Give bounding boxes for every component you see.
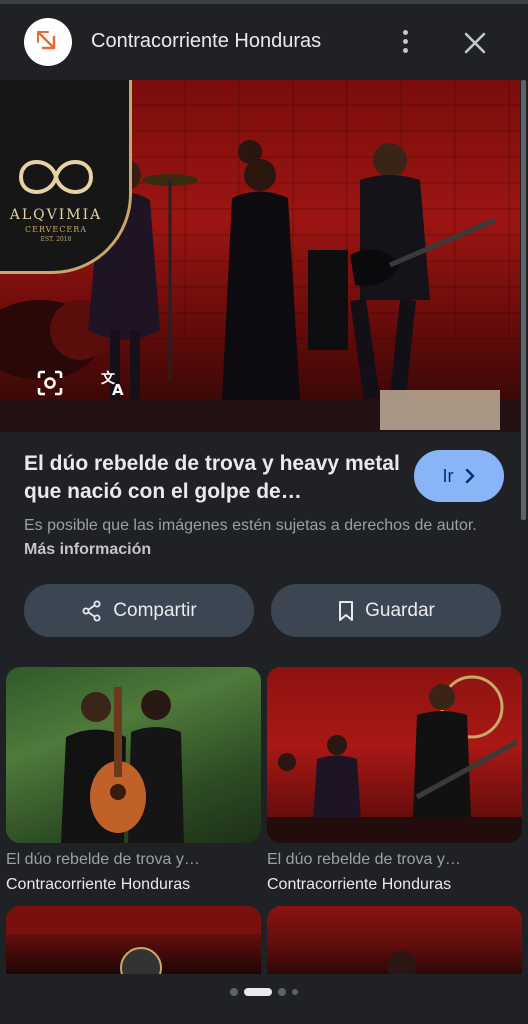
related-thumbnail[interactable] bbox=[267, 906, 522, 976]
related-thumbnail[interactable] bbox=[267, 667, 522, 843]
visit-button-label: Ir bbox=[442, 465, 454, 486]
share-button-label: Compartir bbox=[113, 599, 197, 621]
site-name[interactable]: Contracorriente Honduras bbox=[91, 30, 321, 53]
page-indicator bbox=[0, 988, 528, 996]
brand-logo: ALQVIMIA CERVECERA EST. 2018 bbox=[0, 80, 132, 274]
related-title[interactable]: El dúo rebelde de trova y… bbox=[6, 851, 261, 869]
main-image[interactable]: ALQVIMIA CERVECERA EST. 2018 文 A bbox=[0, 80, 520, 432]
page-dot[interactable] bbox=[230, 988, 238, 996]
lens-search-icon[interactable] bbox=[33, 366, 67, 400]
brand-subtitle: CERVECERA bbox=[24, 225, 88, 234]
translate-icon[interactable]: 文 A bbox=[97, 366, 131, 400]
band-photo bbox=[267, 675, 522, 843]
related-source: Contracorriente Honduras bbox=[6, 876, 191, 893]
singer-photo bbox=[387, 951, 417, 976]
related-thumbnail[interactable] bbox=[6, 667, 261, 843]
result-info: El dúo rebelde de trova y heavy metal qu… bbox=[24, 450, 404, 506]
share-icon bbox=[82, 600, 101, 621]
page-dot-active[interactable] bbox=[244, 988, 272, 996]
visit-button[interactable]: Ir bbox=[414, 450, 504, 502]
page-dot[interactable] bbox=[292, 989, 298, 995]
bottom-bar bbox=[0, 974, 528, 1024]
page-dot[interactable] bbox=[278, 988, 286, 996]
save-button[interactable]: Guardar bbox=[271, 584, 501, 637]
copyright-disclaimer: Es posible que las imágenes estén sujeta… bbox=[24, 514, 494, 562]
close-icon[interactable] bbox=[460, 28, 490, 58]
brand-name: ALQVIMIA bbox=[9, 207, 103, 223]
more-vert-icon[interactable] bbox=[392, 26, 418, 56]
infinity-logo-icon bbox=[18, 160, 94, 194]
site-favicon[interactable] bbox=[24, 18, 72, 66]
share-button[interactable]: Compartir bbox=[24, 584, 254, 637]
svg-text:A: A bbox=[112, 381, 124, 398]
related-card[interactable]: El dúo rebelde de trova y… Contracorrien… bbox=[6, 667, 261, 894]
chevron-right-icon bbox=[465, 468, 475, 484]
more-info-link[interactable]: Más información bbox=[24, 541, 151, 558]
save-button-label: Guardar bbox=[365, 599, 435, 621]
bookmark-icon bbox=[339, 600, 354, 621]
related-title[interactable]: El dúo rebelde de trova y… bbox=[267, 851, 522, 869]
related-source: Contracorriente Honduras bbox=[267, 876, 452, 893]
disclaimer-text: Es posible que las imágenes estén sujeta… bbox=[24, 517, 477, 534]
brand-established: EST. 2018 bbox=[40, 236, 72, 243]
arrow-logo-icon bbox=[37, 31, 56, 50]
scrollbar[interactable] bbox=[521, 80, 526, 520]
related-card[interactable]: El dúo rebelde de trova y… Contracorrien… bbox=[267, 667, 522, 894]
stage-photo bbox=[6, 906, 261, 976]
duo-photo bbox=[61, 687, 184, 843]
viewer-header: Contracorriente Honduras bbox=[0, 4, 528, 80]
related-thumbnail[interactable] bbox=[6, 906, 261, 976]
result-title[interactable]: El dúo rebelde de trova y heavy metal qu… bbox=[24, 450, 404, 506]
